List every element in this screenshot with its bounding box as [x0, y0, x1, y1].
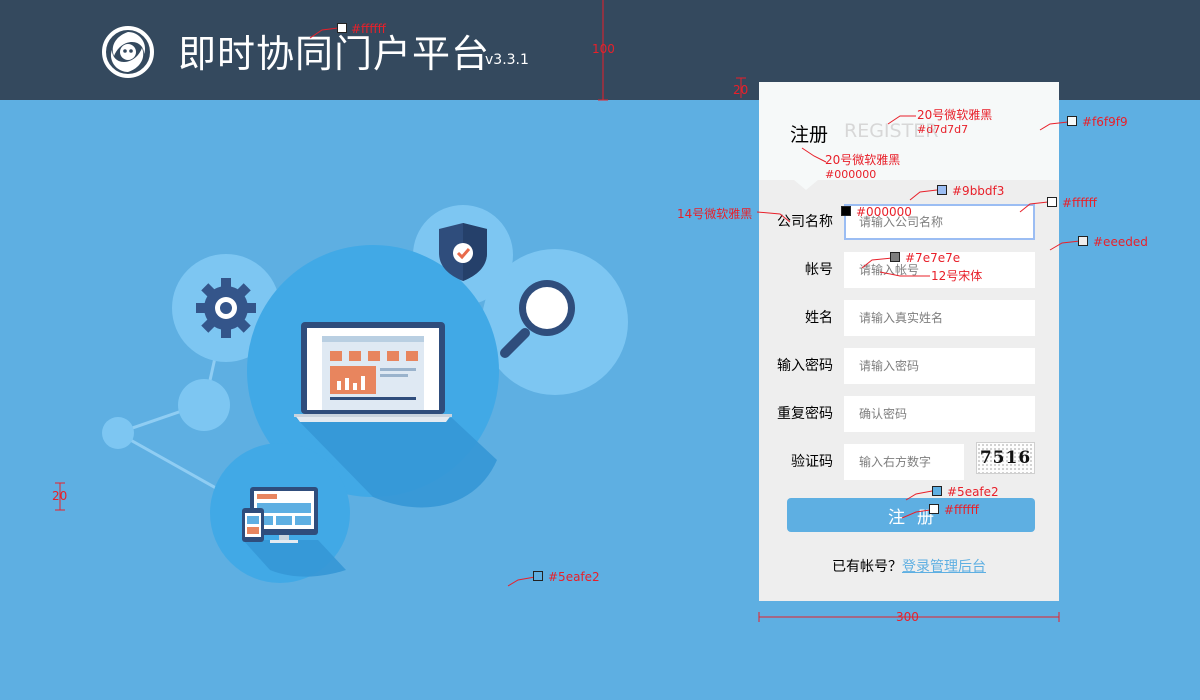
password-row: 输入密码 — [759, 348, 1059, 384]
version-label: v3.3.1 — [485, 52, 529, 68]
panel-bg-color-note: #eeeded — [1093, 235, 1148, 249]
captcha-label: 验证码 — [791, 454, 833, 470]
name-row: 姓名 — [759, 300, 1059, 336]
placeholder-font-note: 12号宋体 — [931, 269, 983, 283]
captcha-row: 验证码 7516 — [759, 442, 1059, 480]
name-input[interactable] — [844, 300, 1035, 336]
login-prompt: 已有帐号？ — [832, 559, 902, 575]
input-bg-swatch — [1047, 197, 1057, 207]
login-admin-link[interactable]: 登录管理后台 — [902, 559, 986, 575]
password-label: 输入密码 — [777, 358, 833, 374]
company-label: 公司名称 — [777, 214, 833, 230]
account-label: 帐号 — [805, 262, 833, 278]
tab-register[interactable]: 注册 — [790, 120, 828, 147]
input-border-color-note: #9bbdf3 — [952, 184, 1005, 198]
devices-icon — [242, 487, 318, 543]
captcha-image[interactable]: 7516 — [976, 442, 1035, 474]
bg-color-swatch — [533, 571, 543, 581]
tab-en-font-note: 20号微软雅黑 — [917, 108, 993, 122]
confirm-password-label: 重复密码 — [777, 406, 833, 422]
confirm-password-row: 重复密码 — [759, 396, 1059, 432]
header-height-note: 100 — [592, 42, 615, 56]
input-bg-color-note: #ffffff — [1062, 196, 1097, 210]
label-color-swatch — [841, 206, 851, 216]
tab-cn-font-note: 20号微软雅黑 — [825, 153, 901, 167]
hero-illustration — [102, 205, 628, 583]
label-color-note: #000000 — [856, 205, 912, 219]
button-text-swatch — [929, 504, 939, 514]
logo-icon — [102, 26, 154, 78]
left-gap-note: 20 — [52, 489, 68, 503]
tab-caret — [794, 180, 818, 190]
panel-bg-swatch — [1078, 236, 1088, 246]
label-font-note: 14号微软雅黑 — [677, 207, 753, 221]
placeholder-color-note: #7e7e7e — [905, 251, 961, 265]
app-title: 即时协同门户平台 — [178, 32, 491, 76]
header-color-swatch — [337, 23, 347, 33]
panel-gap-note: 20 — [733, 83, 749, 97]
panel-head-swatch — [1067, 116, 1077, 126]
placeholder-color-swatch — [890, 252, 900, 262]
password-input[interactable] — [844, 348, 1035, 384]
panel-head-color-note: #f6f9f9 — [1082, 115, 1128, 129]
name-label: 姓名 — [805, 310, 833, 326]
confirm-password-input[interactable] — [844, 396, 1035, 432]
button-text-color-note: #ffffff — [944, 503, 979, 517]
bg-color-note: #5eafe2 — [548, 570, 600, 584]
panel-header: 注册 REGISTER — [759, 82, 1059, 180]
button-color-note: #5eafe2 — [947, 485, 999, 499]
input-border-swatch — [937, 185, 947, 195]
login-line: 已有帐号？登录管理后台 — [759, 556, 1059, 576]
laptop-icon — [294, 322, 452, 422]
header-color-note: #ffffff — [351, 22, 386, 36]
captcha-input[interactable] — [844, 444, 964, 480]
button-color-swatch — [932, 486, 942, 496]
gear-icon — [196, 278, 256, 338]
register-panel: 注册 REGISTER 公司名称 帐号 姓名 输入密码 重复密码 验证码 751… — [759, 82, 1059, 601]
tab-en-color-note: #d7d7d7 — [917, 123, 969, 136]
panel-width-note: 300 — [896, 610, 919, 624]
register-button[interactable]: 注册 — [787, 498, 1035, 532]
tab-cn-color-note: #000000 — [825, 168, 877, 181]
